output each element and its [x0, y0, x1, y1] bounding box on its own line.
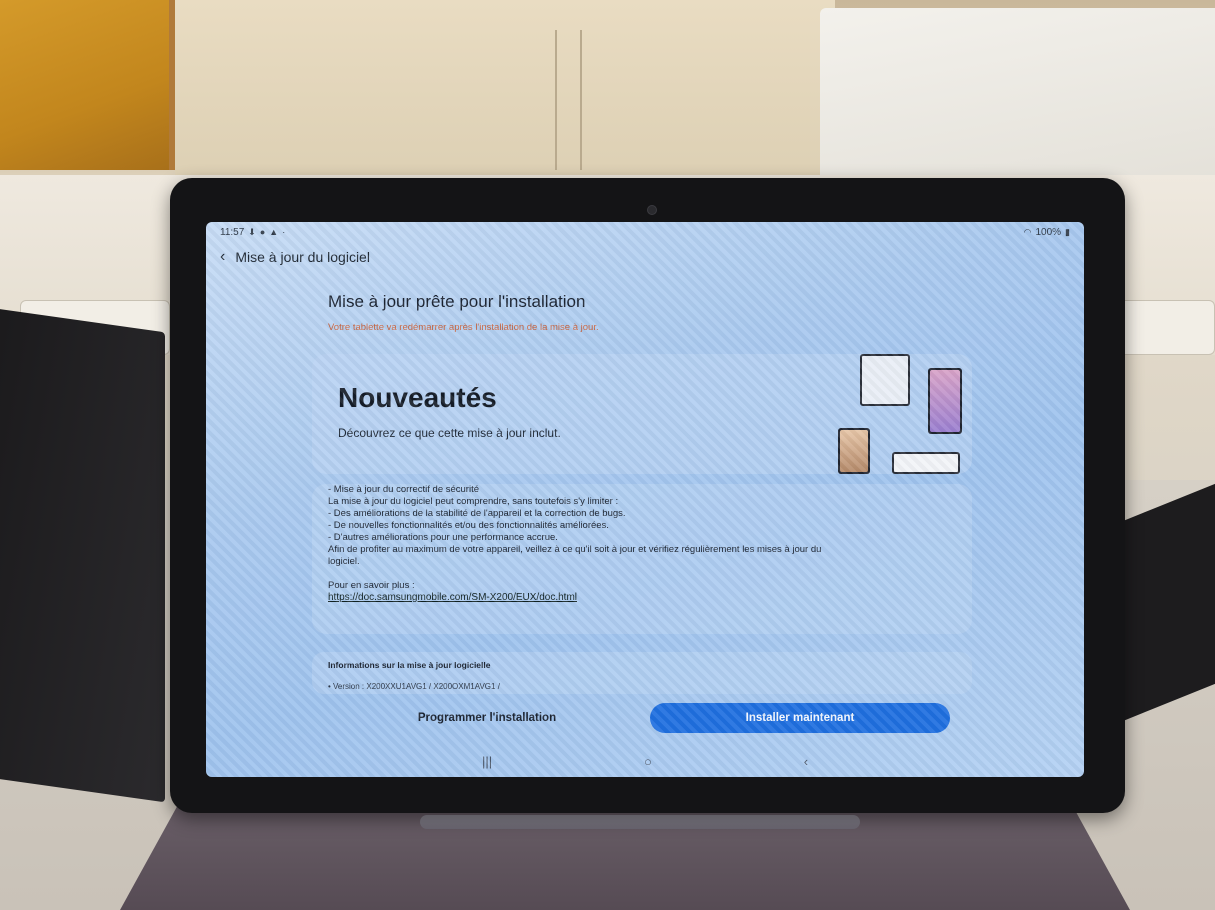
release-note-line: - D'autres améliorations pour une perfor…: [328, 532, 558, 543]
update-info-title: Informations sur la mise à jour logiciel…: [328, 660, 491, 670]
front-camera: [647, 205, 657, 215]
release-notes-card: - Mise à jour du correctif de sécurité L…: [312, 484, 972, 634]
back-button[interactable]: ‹: [804, 754, 808, 769]
update-version: • Version : X200XXU1AVG1 / X200OXM1AVG1 …: [328, 682, 500, 691]
release-note-line: La mise à jour du logiciel peut comprend…: [328, 496, 619, 507]
tablet-screen: 11:57 ⬇ ● ▲ · ◠ 100% ▮ ‹ Mise à jour du …: [206, 222, 1084, 777]
download-icon: ⬇: [248, 226, 256, 237]
app-bar: ‹ Mise à jour du logiciel: [220, 248, 370, 266]
home-button[interactable]: ○: [644, 754, 652, 769]
battery-icon: ▮: [1065, 226, 1070, 237]
tablet-device: 11:57 ⬇ ● ▲ · ◠ 100% ▮ ‹ Mise à jour du …: [170, 178, 1125, 813]
wifi-icon: ◠: [1023, 226, 1032, 237]
navigation-bar: ||| ○ ‹: [206, 749, 1084, 773]
battery-level: 100%: [1035, 226, 1062, 238]
status-left: 11:57 ⬇ ● ▲ ·: [220, 227, 285, 238]
whats-new-subtitle: Découvrez ce que cette mise à jour inclu…: [338, 426, 561, 440]
background-outlet: [1110, 300, 1215, 355]
foldable-illustration: [838, 428, 870, 474]
sync-icon: ●: [259, 227, 266, 237]
schedule-install-button[interactable]: Programmer l'installation: [372, 703, 602, 733]
status-right: ◠ 100% ▮: [1024, 227, 1070, 238]
action-buttons: Programmer l'installation Installer main…: [312, 703, 972, 733]
update-header: Mise à jour prête pour l'installation Vo…: [328, 292, 968, 333]
alert-icon: ▲: [269, 227, 279, 237]
background-cupboard: [175, 0, 835, 175]
status-bar: 11:57 ⬇ ● ▲ · ◠ 100% ▮: [206, 222, 1084, 242]
update-heading: Mise à jour prête pour l'installation: [328, 292, 586, 311]
learn-more-label: Pour en savoir plus :: [328, 580, 415, 591]
learn-more-link[interactable]: https://doc.samsungmobile.com/SM-X200/EU…: [328, 592, 972, 604]
install-now-button[interactable]: Installer maintenant: [650, 703, 950, 733]
tablet-illustration: [860, 354, 910, 406]
release-note-line: Afin de profiter au maximum de votre app…: [328, 544, 822, 555]
devices-illustration: [830, 354, 962, 474]
release-note-line: - Mise à jour du correctif de sécurité: [328, 484, 480, 495]
whats-new-title: Nouveautés: [338, 382, 497, 413]
dot-icon: ·: [282, 227, 286, 237]
status-time: 11:57: [220, 226, 245, 238]
back-arrow-icon[interactable]: ‹: [220, 248, 225, 266]
update-info-card: Informations sur la mise à jour logiciel…: [312, 652, 972, 694]
recents-button[interactable]: |||: [482, 754, 492, 769]
background-cabinet: [0, 0, 175, 170]
release-note-line: - Des améliorations de la stabilité de l…: [328, 508, 626, 519]
release-note-line: - De nouvelles fonctionnalités et/ou des…: [328, 520, 609, 531]
release-note-line: logiciel.: [328, 556, 360, 567]
laptop-illustration: [892, 452, 960, 474]
app-title: Mise à jour du logiciel: [235, 249, 370, 265]
restart-warning: Votre tablette va redémarrer après l'ins…: [328, 322, 599, 333]
phone-illustration: [928, 368, 962, 434]
background-tablet-left: [0, 307, 165, 803]
stylus: [420, 815, 860, 829]
